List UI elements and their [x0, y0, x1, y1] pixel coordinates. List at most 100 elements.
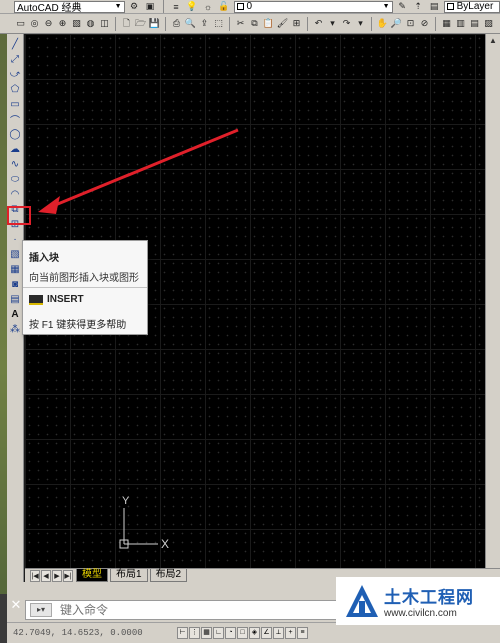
- 3d-publish-icon[interactable]: ⬚: [212, 17, 225, 30]
- first-tab-icon[interactable]: |◀: [30, 569, 40, 582]
- scroll-up-icon[interactable]: ▲: [486, 34, 500, 48]
- pan-hand-icon[interactable]: ✋: [376, 17, 389, 30]
- lineweight-icon[interactable]: ≡: [297, 627, 308, 639]
- polyline-icon[interactable]: ⤻: [9, 68, 22, 81]
- last-tab-icon[interactable]: ▶|: [63, 569, 73, 582]
- tab-layout2[interactable]: 布局2: [149, 569, 188, 582]
- cursor-coordinates[interactable]: 42.7049, 14.6523, 0.0000: [7, 628, 177, 638]
- tab-layout1[interactable]: 布局1: [110, 569, 148, 582]
- design-center-icon[interactable]: ▥: [454, 17, 467, 30]
- revision-cloud-icon[interactable]: ☁: [9, 143, 22, 156]
- next-tab-icon[interactable]: ▶: [52, 569, 62, 582]
- chevron-down-icon[interactable]: ▼: [112, 3, 122, 10]
- block-editor-icon[interactable]: ⊞: [290, 17, 303, 30]
- tooltip-title: 插入块: [29, 253, 59, 264]
- make-current-layer-icon[interactable]: ✎: [396, 0, 409, 13]
- 3d-object-snap-icon[interactable]: ◈: [249, 627, 260, 639]
- snap-mode-icon[interactable]: ⋮: [189, 627, 200, 639]
- match-properties-icon[interactable]: 🖌: [276, 17, 289, 30]
- open-folder-icon[interactable]: 🗁: [134, 17, 147, 30]
- dynamic-ucs-icon[interactable]: ⟂: [273, 627, 284, 639]
- undo-dropdown-icon[interactable]: ▾: [326, 17, 339, 30]
- command-window-handle[interactable]: [0, 594, 7, 643]
- ortho-mode-icon[interactable]: ∟: [213, 627, 224, 639]
- paste-icon[interactable]: 📋: [262, 17, 275, 30]
- close-icon[interactable]: ✕: [9, 598, 23, 612]
- prev-tab-icon[interactable]: ◀: [41, 569, 51, 582]
- ellipse-icon[interactable]: ⬭: [9, 173, 22, 186]
- ellipse-arc-icon[interactable]: ◠: [9, 188, 22, 201]
- sphere-icon[interactable]: ◎: [28, 17, 41, 30]
- new-file-icon[interactable]: 🗋: [120, 17, 133, 30]
- chevron-down-icon[interactable]: ▼: [380, 3, 390, 10]
- zoom-previous-icon[interactable]: ⊘: [418, 17, 431, 30]
- object-snap-icon[interactable]: □: [237, 627, 248, 639]
- color-select[interactable]: ByLayer: [443, 0, 500, 13]
- region-icon[interactable]: ◙: [9, 278, 22, 291]
- window-left-edge: [0, 34, 7, 594]
- cut-icon[interactable]: ✂: [234, 17, 247, 30]
- insert-block-highlight: [7, 206, 31, 225]
- redo-dropdown-icon[interactable]: ▾: [354, 17, 367, 30]
- material-icon[interactable]: ◫: [98, 17, 111, 30]
- redo-icon[interactable]: ↷: [340, 17, 353, 30]
- gear-icon[interactable]: ⚙: [128, 0, 141, 13]
- hatch-icon[interactable]: ▧: [9, 248, 22, 261]
- point-icon[interactable]: ·: [9, 233, 22, 246]
- color-select-value: ByLayer: [456, 1, 494, 12]
- layer-properties-icon[interactable]: ≡: [170, 0, 183, 13]
- sun-icon[interactable]: ☼: [202, 0, 215, 13]
- table-icon[interactable]: ▤: [9, 293, 22, 306]
- zoom-window-icon[interactable]: ⊡: [404, 17, 417, 30]
- command-line[interactable]: ▸▾: [25, 600, 355, 620]
- rectangle-icon[interactable]: ▭: [14, 17, 27, 30]
- zoom-realtime-icon[interactable]: 🔎: [390, 17, 403, 30]
- print-icon[interactable]: ⎙: [170, 17, 183, 30]
- cylinder-icon[interactable]: ⊖: [42, 17, 55, 30]
- workspace-select[interactable]: AutoCAD 经典 ▼: [14, 0, 125, 13]
- command-prompt-icon[interactable]: ▸▾: [30, 603, 52, 617]
- vertical-scrollbar[interactable]: ▲: [485, 34, 500, 568]
- toolbar-separator: [162, 0, 164, 13]
- sheet-set-icon[interactable]: ▨: [482, 17, 495, 30]
- arc-icon[interactable]: ⌒: [9, 113, 22, 127]
- undo-icon[interactable]: ↶: [312, 17, 325, 30]
- layer-select-value: 0: [246, 1, 253, 12]
- construction-line-icon[interactable]: ⤢: [9, 53, 22, 66]
- line-icon[interactable]: ╱: [9, 38, 22, 51]
- circle-icon[interactable]: ◯: [9, 128, 22, 141]
- text-icon[interactable]: A: [9, 308, 22, 321]
- workspace-settings-icon[interactable]: ▣: [144, 0, 157, 13]
- rectangle-icon[interactable]: ▭: [9, 98, 22, 111]
- ucs-x-label: X: [161, 537, 169, 551]
- ucs-y-label: Y: [122, 495, 130, 507]
- hatch-icon[interactable]: ▧: [70, 17, 83, 30]
- watermark-url: www.civilcn.com: [384, 608, 457, 619]
- add-selected-icon[interactable]: ⁂: [9, 323, 22, 336]
- tab-model[interactable]: 模型: [76, 569, 108, 582]
- spline-icon[interactable]: ∿: [9, 158, 22, 171]
- grid-display-icon[interactable]: ▦: [201, 627, 212, 639]
- plot-preview-icon[interactable]: 🔍: [184, 17, 197, 30]
- tool-palettes-icon[interactable]: ▤: [468, 17, 481, 30]
- polygon-icon[interactable]: ⬠: [9, 83, 22, 96]
- tooltip-help-text: 按 F1 键获得更多帮助: [29, 320, 127, 331]
- layer-select[interactable]: 0 ▼: [233, 0, 393, 13]
- render-icon[interactable]: ◍: [84, 17, 97, 30]
- infer-constraints-icon[interactable]: ⊢: [177, 627, 188, 639]
- polar-tracking-icon[interactable]: ◔: [225, 627, 236, 639]
- properties-icon[interactable]: ▦: [440, 17, 453, 30]
- lightbulb-icon[interactable]: 💡: [186, 0, 199, 13]
- dynamic-input-icon[interactable]: +: [285, 627, 296, 639]
- toolbar-separator: [371, 16, 372, 31]
- layer-previous-icon[interactable]: ⇡: [412, 0, 425, 13]
- save-icon[interactable]: 💾: [148, 17, 161, 30]
- layer-state-icon[interactable]: ▤: [428, 0, 441, 13]
- copy-icon[interactable]: ⧉: [248, 17, 261, 30]
- globe-icon[interactable]: ⊕: [56, 17, 69, 30]
- lock-icon[interactable]: 🔓: [218, 0, 231, 13]
- command-input[interactable]: [60, 603, 340, 617]
- publish-icon[interactable]: ⇪: [198, 17, 211, 30]
- object-snap-tracking-icon[interactable]: ∠: [261, 627, 272, 639]
- gradient-icon[interactable]: ▦: [9, 263, 22, 276]
